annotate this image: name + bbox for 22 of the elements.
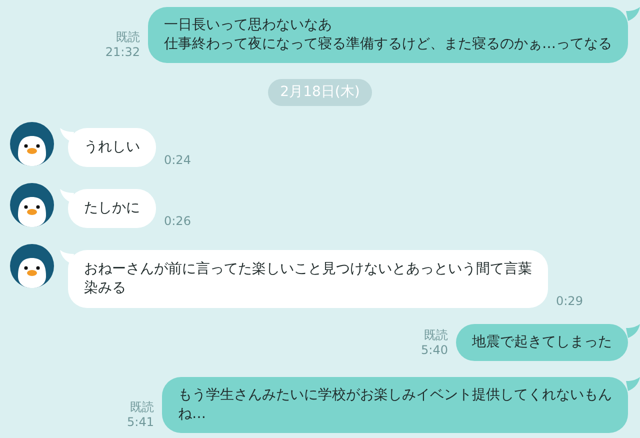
message-time: 5:40 — [421, 343, 448, 358]
message-text: もう学生さんみたいに学校がお楽しみイベント提供してくれないもん — [178, 386, 612, 405]
read-receipt: 既読 — [424, 328, 448, 343]
message-text: おねーさんが前に言ってた楽しいこと見つけないとあっという間て言葉 — [84, 260, 532, 279]
message-time: 0:26 — [164, 214, 191, 228]
read-receipt: 既読 — [130, 400, 154, 415]
message-text: 仕事終わって夜になって寝る準備するけど、また寝るのかぁ…ってなる — [164, 35, 612, 54]
message-text: たしかに — [84, 199, 140, 218]
message-text: 一日長いって思わないなあ — [164, 16, 333, 35]
message-text: 地震で起きてしまった — [472, 333, 612, 352]
penguin-avatar-icon — [10, 122, 54, 166]
message-time: 0:29 — [556, 294, 583, 308]
message-time: 21:32 — [105, 45, 140, 60]
penguin-avatar-icon — [10, 244, 54, 288]
message-time: 0:24 — [164, 153, 191, 167]
message-text: ね… — [178, 405, 207, 424]
read-receipt: 既読 — [116, 30, 140, 45]
message-time: 5:41 — [127, 415, 154, 430]
message-text: うれしい — [84, 138, 140, 157]
message-text: 染みる — [84, 279, 127, 298]
penguin-avatar-icon — [10, 183, 54, 227]
date-label: 2月18日(木) — [268, 79, 372, 106]
